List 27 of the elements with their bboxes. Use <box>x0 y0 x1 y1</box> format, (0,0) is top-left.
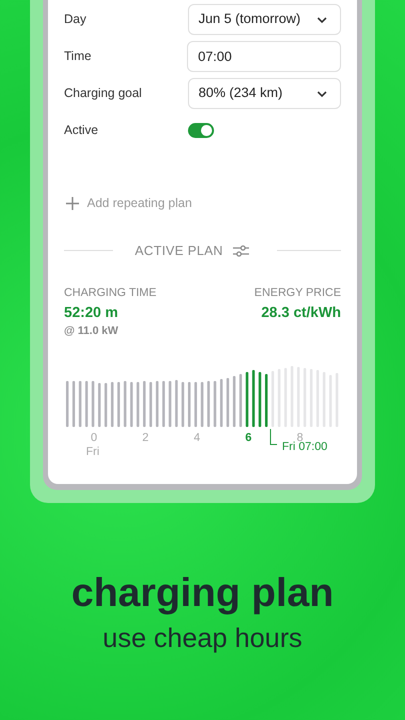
dropdown[interactable]: 80% (234 km) <box>188 78 341 109</box>
chevron-down-icon <box>316 90 328 98</box>
stat-label: ENERGY PRICE <box>254 286 341 302</box>
field-label: Time <box>64 48 92 66</box>
section-title: ACTIVE PLAN <box>134 242 223 260</box>
stat-label: CHARGING TIME <box>64 286 156 302</box>
end-marker-line <box>270 429 277 445</box>
headline: charging plan <box>71 570 334 617</box>
sliders-icon[interactable] <box>233 244 249 258</box>
field-label: Active <box>64 122 100 140</box>
dropdown[interactable]: Jun 5 (tomorrow) <box>188 4 341 35</box>
stat-note: @ 11.0 kW <box>64 324 118 338</box>
stat-value: 28.3 ct/kWh <box>261 304 341 322</box>
chevron-down-icon <box>316 16 328 24</box>
field-label: Charging goal <box>64 85 143 102</box>
axis-tick: 6 <box>244 431 253 446</box>
field-label: Day <box>64 11 88 28</box>
axis-tick: 0 <box>90 431 98 446</box>
subline: use cheap hours <box>102 622 302 655</box>
day-label: Fri <box>86 445 100 460</box>
axis-tick: 2 <box>141 431 150 446</box>
plus-icon <box>66 196 79 210</box>
stat-value: 52:20 m <box>64 304 118 322</box>
end-time-label: Fri 07:00 <box>282 441 328 455</box>
axis-tick: 4 <box>192 431 202 446</box>
toggle-switch[interactable] <box>188 123 214 138</box>
time-field[interactable]: 07:00 <box>187 41 341 72</box>
